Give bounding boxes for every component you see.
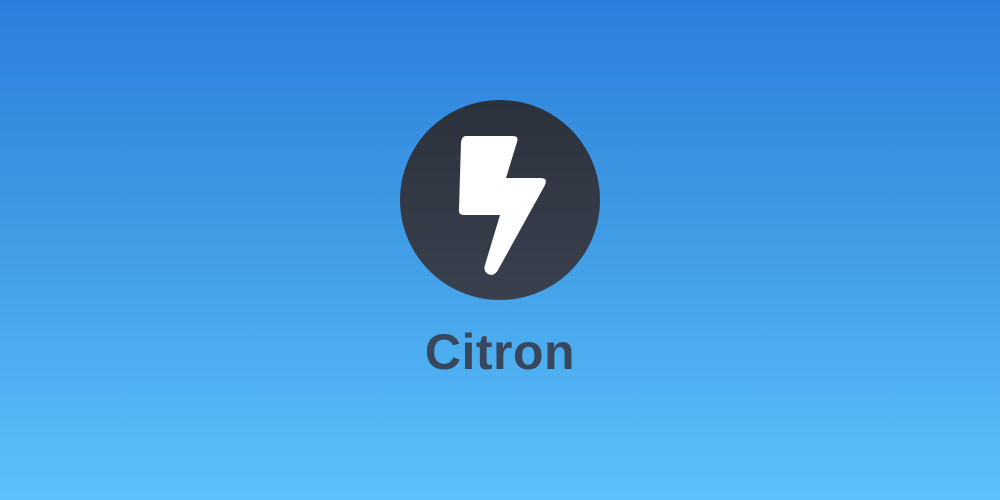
app-title: Citron bbox=[424, 324, 576, 380]
splash-screen: Citron bbox=[0, 0, 1000, 500]
app-logo bbox=[400, 100, 600, 300]
lightning-bolt-shape bbox=[458, 136, 546, 275]
lightning-bolt-icon bbox=[458, 136, 546, 275]
